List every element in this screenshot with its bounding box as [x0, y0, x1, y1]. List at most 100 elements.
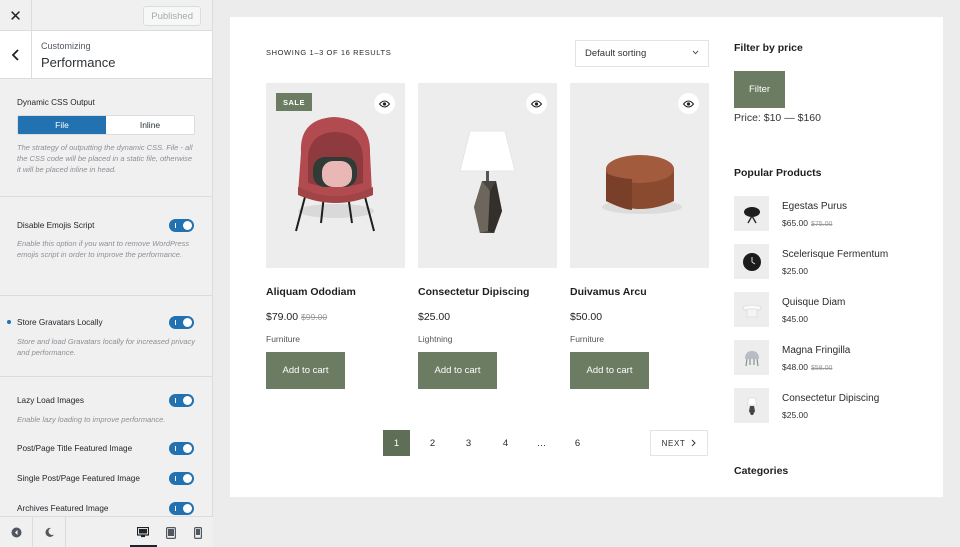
add-to-cart-button[interactable]: Add to cart — [266, 352, 345, 389]
product-name[interactable]: Aliquam Ododiam — [266, 286, 356, 298]
popular-product-item[interactable]: Quisque Diam $45.00 — [734, 292, 934, 328]
divider — [0, 295, 212, 296]
popular-product-thumb[interactable] — [734, 340, 769, 375]
store-gravatars-description: Store and load Gravatars locally for inc… — [17, 337, 196, 357]
page-link[interactable]: 6 — [564, 430, 591, 456]
product-category[interactable]: Lightning — [418, 334, 453, 344]
popular-product-item[interactable]: Scelerisque Fermentum $25.00 — [734, 244, 934, 280]
chevron-left-icon — [11, 49, 19, 61]
popular-product-price: $25.00 — [782, 266, 808, 276]
page-link[interactable]: 4 — [492, 430, 519, 456]
tablet-preview-button[interactable] — [160, 517, 182, 547]
chevron-right-icon — [692, 439, 697, 447]
page-link-current[interactable]: 1 — [383, 430, 410, 456]
add-to-cart-button[interactable]: Add to cart — [570, 352, 649, 389]
old-price: $75.00 — [811, 221, 833, 228]
sale-badge: SALE — [276, 93, 313, 111]
disable-emojis-toggle[interactable] — [169, 219, 194, 232]
black-chair-image — [743, 206, 760, 223]
customizer-sidebar: ✕ Published Customizing Performance Dyna… — [0, 0, 213, 547]
page-link[interactable]: 2 — [419, 430, 446, 456]
dynamic-css-inline-option[interactable]: Inline — [106, 116, 194, 134]
desktop-icon — [137, 527, 149, 538]
eye-icon — [531, 100, 542, 107]
grey-chair-image — [744, 350, 759, 366]
categories-title: Categories — [734, 465, 789, 477]
published-button[interactable]: Published — [143, 6, 201, 26]
popular-product-item[interactable]: Consectetur Dipiscing $25.00 — [734, 388, 934, 424]
product-price: $25.00 — [418, 311, 451, 323]
filter-button[interactable]: Filter — [734, 71, 785, 108]
product-category[interactable]: Furniture — [570, 334, 604, 344]
next-page-button[interactable]: NEXT — [650, 430, 708, 456]
popular-product-price: $65.00 $75.00 — [782, 218, 833, 228]
popular-product-item[interactable]: Magna Fringilla $48.00 $58.00 — [734, 340, 934, 376]
section-header: Customizing Performance — [0, 31, 212, 79]
tablet-icon — [166, 526, 176, 539]
product-card: SALE Aliquam Ododiam $79.00 $99.00 Furnit… — [266, 83, 405, 389]
popular-product-price: $25.00 — [782, 410, 808, 420]
mobile-preview-button[interactable] — [188, 517, 208, 547]
collapse-sidebar-button[interactable] — [0, 517, 32, 547]
popular-product-thumb[interactable] — [734, 244, 769, 279]
popular-product-thumb[interactable] — [734, 388, 769, 423]
archives-featured-toggle[interactable] — [169, 502, 194, 515]
popular-product-thumb[interactable] — [734, 196, 769, 231]
product-price: $79.00 $99.00 — [266, 311, 328, 323]
sort-value: Default sorting — [585, 48, 647, 59]
dynamic-css-label: Dynamic CSS Output — [17, 98, 95, 107]
product-name[interactable]: Duivamus Arcu — [570, 286, 647, 298]
lazy-load-description: Enable lazy loading to improve performan… — [17, 415, 166, 424]
product-category[interactable]: Furniture — [266, 334, 300, 344]
customizer-header: ✕ Published — [0, 0, 212, 31]
dark-mode-button[interactable] — [33, 517, 65, 547]
chevron-down-icon — [692, 50, 699, 55]
filter-by-price-title: Filter by price — [734, 42, 803, 54]
popular-product-item[interactable]: Egestas Purus $65.00 $75.00 — [734, 196, 934, 232]
popular-product-name[interactable]: Consectetur Dipiscing — [782, 393, 879, 404]
quick-view-button[interactable] — [374, 93, 395, 114]
popular-product-price: $45.00 — [782, 314, 808, 324]
single-featured-toggle[interactable] — [169, 472, 194, 485]
customizer-footer — [0, 516, 213, 547]
popular-product-name[interactable]: Scelerisque Fermentum — [782, 249, 888, 260]
eye-icon — [683, 100, 694, 107]
add-to-cart-button[interactable]: Add to cart — [418, 352, 497, 389]
popular-products-title: Popular Products — [734, 167, 822, 179]
changed-indicator — [7, 320, 11, 324]
dynamic-css-selector: File Inline — [17, 115, 195, 135]
close-customizer-button[interactable]: ✕ — [0, 0, 32, 31]
site-preview: SHOWING 1–3 OF 16 RESULTS Default sortin… — [230, 17, 943, 497]
desktop-preview-button[interactable] — [132, 517, 154, 547]
results-count: SHOWING 1–3 OF 16 RESULTS — [266, 48, 392, 57]
sort-select[interactable]: Default sorting — [575, 40, 709, 67]
quick-view-button[interactable] — [678, 93, 699, 114]
popular-product-thumb[interactable] — [734, 292, 769, 327]
popular-product-name[interactable]: Egestas Purus — [782, 201, 847, 212]
product-name[interactable]: Consectetur Dipiscing — [418, 286, 529, 298]
quick-view-button[interactable] — [526, 93, 547, 114]
store-gravatars-toggle[interactable] — [169, 316, 194, 329]
page-ellipsis: … — [536, 437, 547, 449]
product-image[interactable] — [418, 83, 557, 268]
disable-emojis-description: Enable this option if you want to remove… — [17, 239, 190, 259]
lazy-load-toggle[interactable] — [169, 394, 194, 407]
popular-product-name[interactable]: Magna Fringilla — [782, 345, 850, 356]
divider — [0, 376, 212, 377]
back-button[interactable] — [0, 31, 32, 79]
mobile-icon — [194, 526, 202, 539]
page-link[interactable]: 3 — [455, 430, 482, 456]
white-table-image — [742, 304, 761, 317]
popular-product-price: $48.00 $58.00 — [782, 362, 833, 372]
popular-product-name[interactable]: Quisque Diam — [782, 297, 845, 308]
collapse-icon — [11, 527, 21, 538]
section-title: Performance — [41, 55, 116, 70]
next-label: NEXT — [661, 438, 686, 448]
post-page-featured-toggle[interactable] — [169, 442, 194, 455]
close-icon: ✕ — [9, 7, 22, 25]
dynamic-css-file-option[interactable]: File — [18, 116, 106, 134]
product-image[interactable] — [570, 83, 709, 268]
product-card: Consectetur Dipiscing $25.00 Lightning A… — [418, 83, 557, 389]
product-image[interactable]: SALE — [266, 83, 405, 268]
moon-icon — [45, 527, 54, 537]
